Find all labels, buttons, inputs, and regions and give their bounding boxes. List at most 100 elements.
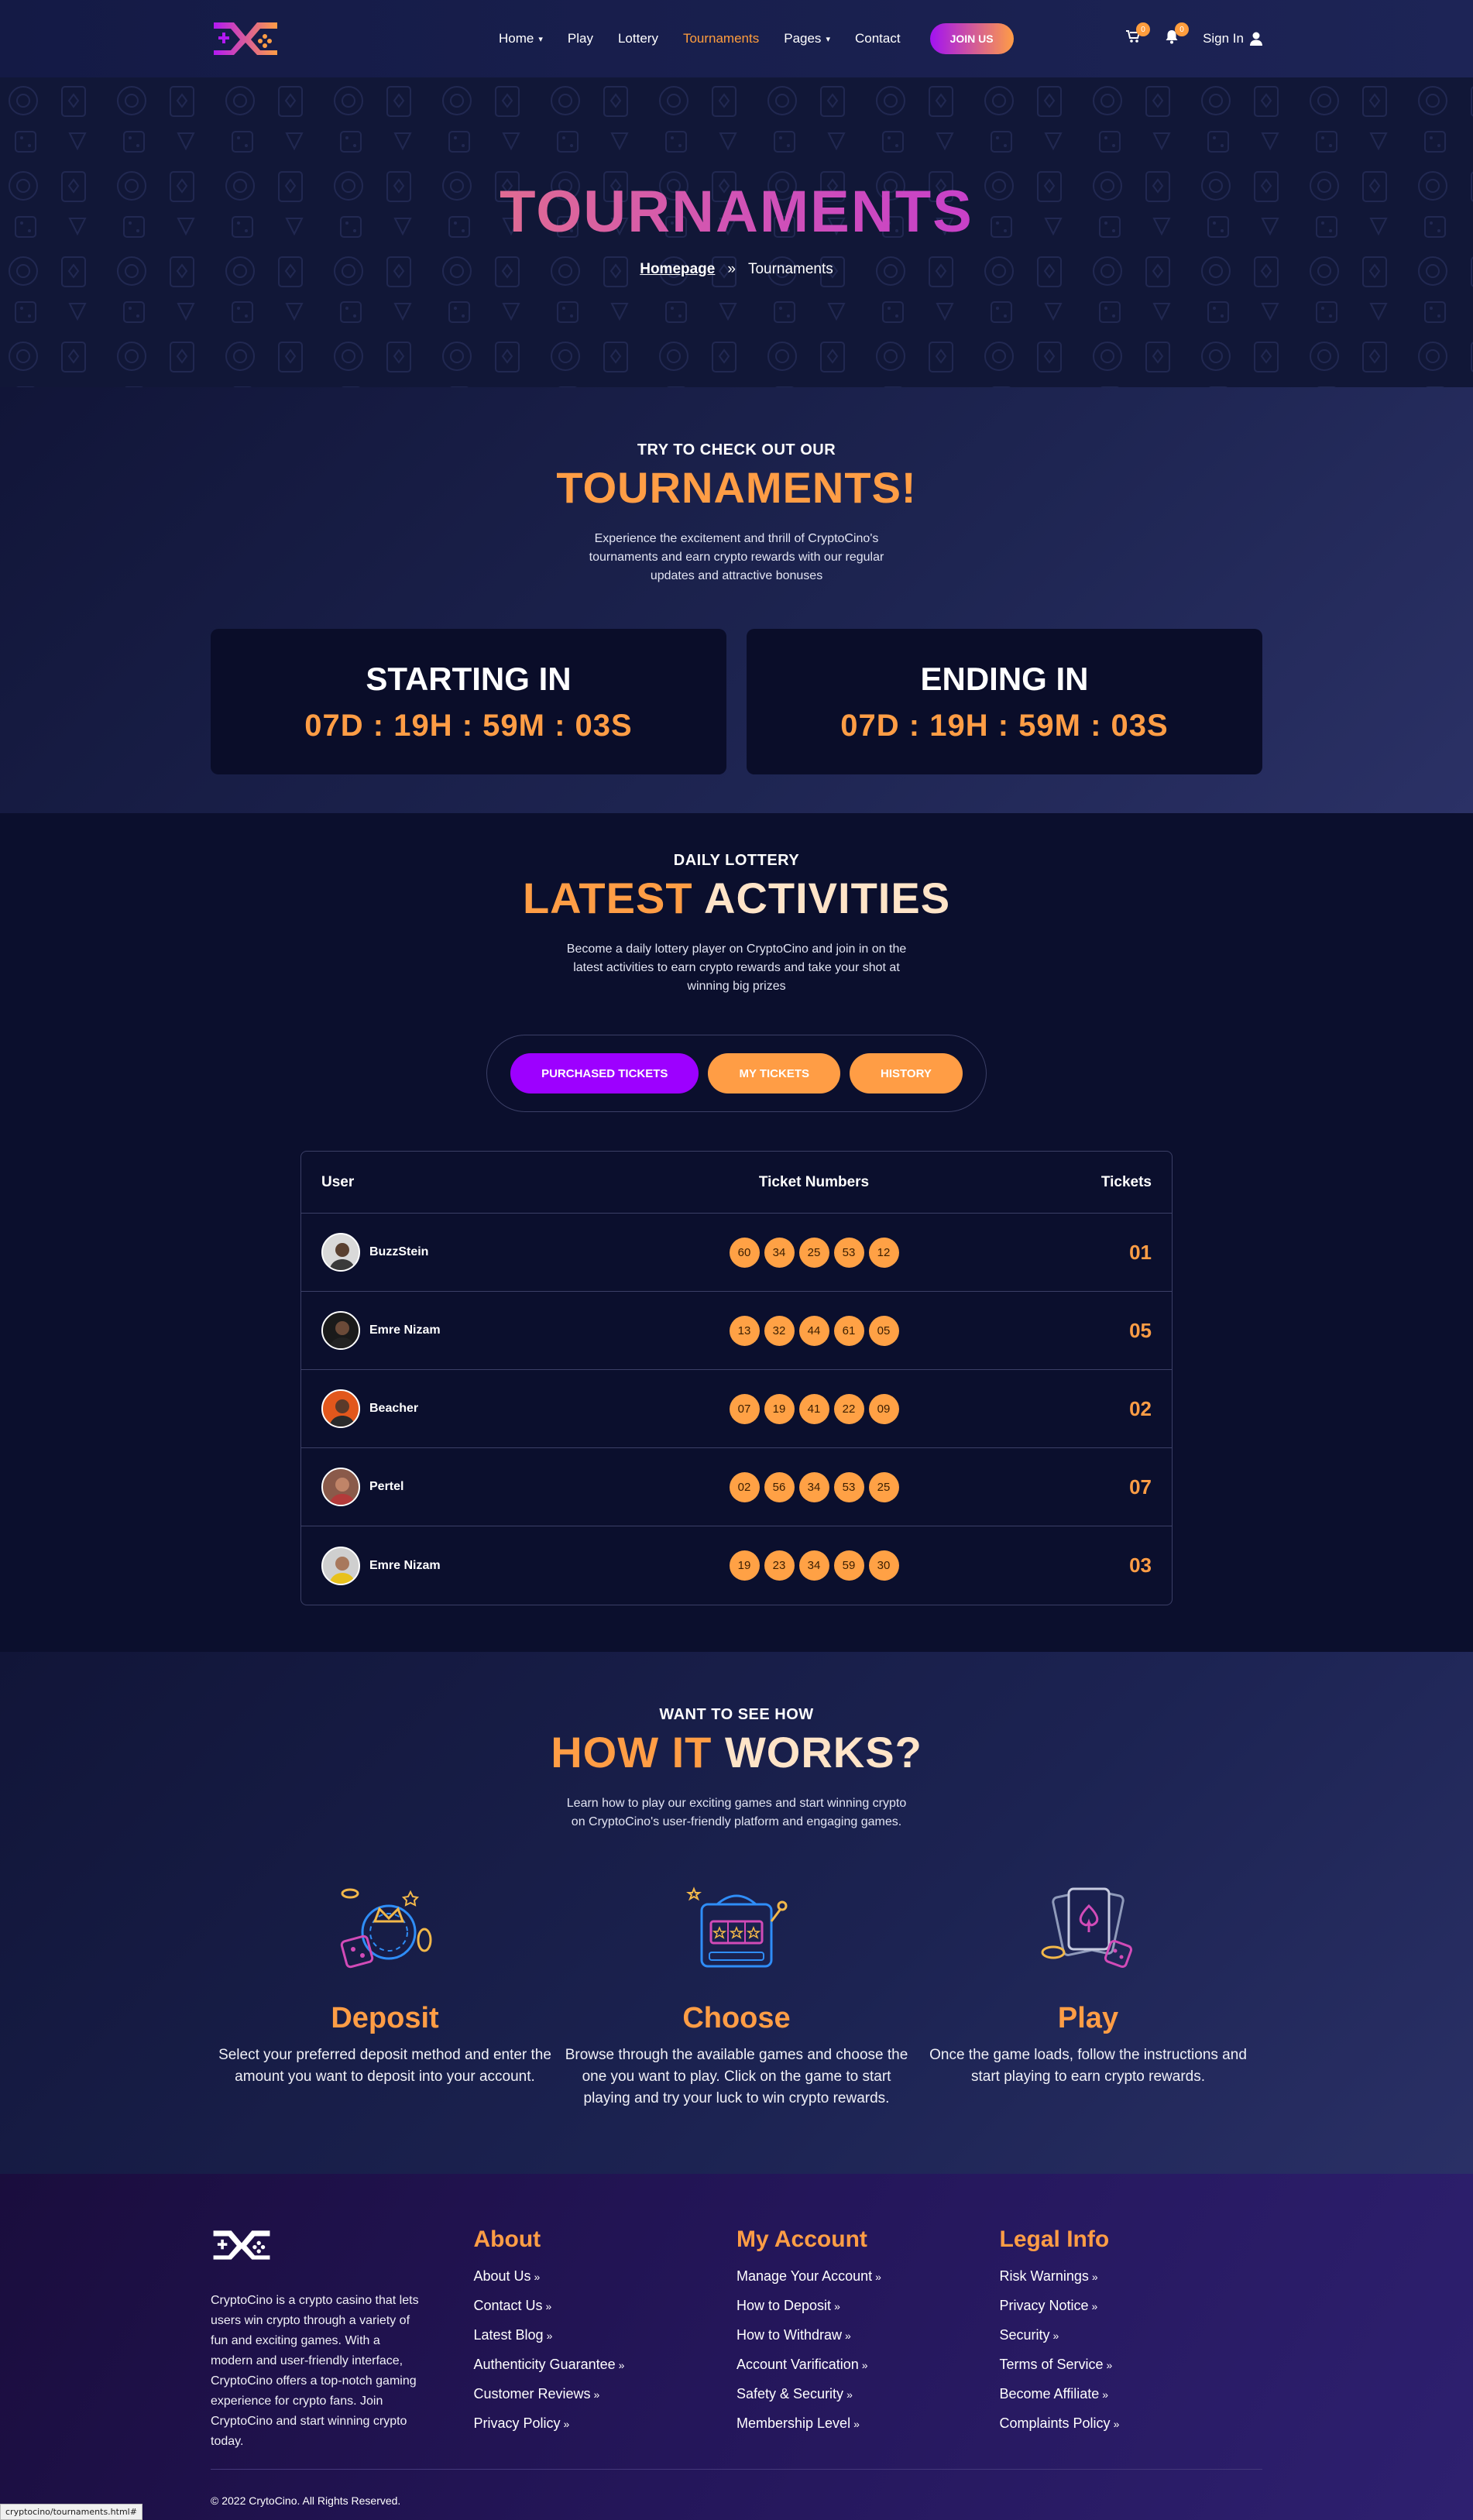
- top-navigation: Home ▾ Play Lottery Tournaments Pages ▾ Co…: [0, 0, 1473, 77]
- footer-link-membership[interactable]: Membership Level»: [736, 2409, 1000, 2439]
- footer-link-verification[interactable]: Account Varification»: [736, 2350, 1000, 2380]
- lottery-heading-part1: LATEST: [522, 874, 693, 922]
- ticket-count: 01: [1129, 1240, 1152, 1264]
- ticket-numbers: 60 34 25 53 12: [631, 1237, 997, 1268]
- footer-link-label: Privacy Notice: [999, 2298, 1089, 2313]
- site-logo[interactable]: [211, 19, 280, 58]
- tab-purchased-tickets[interactable]: PURCHASED TICKETS: [510, 1053, 699, 1093]
- table-header: User Ticket Numbers Tickets: [301, 1152, 1172, 1214]
- step-deposit: Deposit Select your preferred deposit me…: [211, 1878, 559, 2110]
- user-name: Emre Nizam: [369, 1324, 441, 1337]
- user-name: Beacher: [369, 1402, 419, 1415]
- ticket-number-ball: 09: [868, 1393, 899, 1424]
- ticket-number-ball: 53: [833, 1237, 864, 1268]
- double-chevron-right-icon: »: [546, 2329, 553, 2342]
- double-chevron-right-icon: »: [593, 2388, 600, 2401]
- footer-link-label: Account Varification: [736, 2357, 859, 2372]
- table-row: Emre Nizam 19 23 34 59 30 03: [301, 1526, 1172, 1605]
- nav-pages[interactable]: Pages ▾: [784, 31, 830, 46]
- avatar: [321, 1546, 360, 1585]
- ticket-number-ball: 19: [729, 1550, 760, 1581]
- steps-row: Deposit Select your preferred deposit me…: [211, 1878, 1262, 2110]
- footer-link-terms[interactable]: Terms of Service»: [1000, 2350, 1263, 2380]
- footer-logo[interactable]: [211, 2226, 273, 2264]
- footer-link-privacy-policy[interactable]: Privacy Policy»: [474, 2409, 737, 2439]
- ticket-number-ball: 22: [833, 1393, 864, 1424]
- copyright-text: © 2022 CrytoCino. All Rights Reserved.: [211, 2494, 401, 2507]
- avatar: [321, 1468, 360, 1506]
- tournament-countdown-section: TRY TO CHECK OUT OUR TOURNAMENTS! Experi…: [0, 387, 1473, 813]
- nav-lottery[interactable]: Lottery: [618, 31, 658, 46]
- ticket-tabs: PURCHASED TICKETS MY TICKETS HISTORY: [486, 1035, 987, 1112]
- ticket-count: 07: [1129, 1475, 1152, 1499]
- footer-link-about-us[interactable]: About Us»: [474, 2262, 737, 2292]
- nav-tournaments[interactable]: Tournaments: [683, 31, 759, 46]
- nav-pages-label: Pages: [784, 31, 822, 46]
- nav-play[interactable]: Play: [568, 31, 593, 46]
- footer-link-list: Manage Your Account» How to Deposit» How…: [736, 2262, 1000, 2439]
- step-title: Deposit: [331, 2002, 439, 2034]
- footer-link-risk-warnings[interactable]: Risk Warnings»: [1000, 2262, 1263, 2292]
- tickets-table: User Ticket Numbers Tickets BuzzStein 60…: [300, 1151, 1173, 1605]
- ticket-number-ball: 05: [868, 1315, 899, 1346]
- tournament-eyebrow: TRY TO CHECK OUT OUR: [637, 441, 836, 458]
- footer-link-contact-us[interactable]: Contact Us»: [474, 2292, 737, 2321]
- tab-history[interactable]: HISTORY: [850, 1053, 963, 1093]
- sign-in-label: Sign In: [1203, 31, 1244, 46]
- breadcrumb: Homepage » Tournaments: [0, 261, 1473, 278]
- footer-link-how-to-withdraw[interactable]: How to Withdraw»: [736, 2321, 1000, 2350]
- lottery-eyebrow: DAILY LOTTERY: [673, 852, 800, 869]
- footer-column-about: About About Us» Contact Us» Latest Blog»…: [474, 2226, 737, 2452]
- slot-machine-icon: [686, 1887, 788, 1968]
- ticket-count: 05: [1129, 1318, 1152, 1342]
- footer-link-label: How to Deposit: [736, 2298, 832, 2313]
- ticket-number-ball: 23: [764, 1550, 795, 1581]
- ticket-number-ball: 56: [764, 1471, 795, 1502]
- footer-link-list: Risk Warnings» Privacy Notice» Security»…: [1000, 2262, 1263, 2439]
- footer-columns: CryptoCino is a crypto casino that lets …: [211, 2226, 1262, 2452]
- ticket-count: 02: [1129, 1396, 1152, 1420]
- footer-link-privacy-notice[interactable]: Privacy Notice»: [1000, 2292, 1263, 2321]
- ticket-number-ball: 02: [729, 1471, 760, 1502]
- nav-contact[interactable]: Contact: [855, 31, 901, 46]
- chevron-down-icon: ▾: [826, 34, 830, 44]
- footer-link-complaints[interactable]: Complaints Policy»: [1000, 2409, 1263, 2439]
- footer-link-manage-account[interactable]: Manage Your Account»: [736, 2262, 1000, 2292]
- ticket-numbers: 02 56 34 53 25: [631, 1471, 997, 1502]
- nav-lottery-label: Lottery: [617, 31, 658, 46]
- footer-link-reviews[interactable]: Customer Reviews»: [474, 2380, 737, 2409]
- footer-link-how-to-deposit[interactable]: How to Deposit»: [736, 2292, 1000, 2321]
- how-it-works-section: WANT TO SEE HOW HOW IT WORKS? Learn how …: [0, 1652, 1473, 2174]
- join-us-button[interactable]: JOIN US: [929, 23, 1014, 54]
- nav-home[interactable]: Home ▾: [499, 31, 543, 46]
- double-chevron-right-icon: »: [545, 2300, 552, 2312]
- breadcrumb-home-link[interactable]: Homepage: [640, 261, 715, 278]
- double-chevron-right-icon: »: [1091, 2271, 1098, 2283]
- user-name: BuzzStein: [369, 1245, 429, 1258]
- step-play: Play Once the game loads, follow the ins…: [914, 1878, 1262, 2110]
- footer-link-security[interactable]: Security»: [1000, 2321, 1263, 2350]
- tab-my-tickets[interactable]: MY TICKETS: [708, 1053, 841, 1093]
- ticket-number-ball: 12: [868, 1237, 899, 1268]
- footer-about-text: CryptoCino is a crypto casino that lets …: [211, 2294, 419, 2448]
- cards-dice-icon: [1041, 1887, 1133, 1969]
- footer-link-affiliate[interactable]: Become Affiliate»: [1000, 2380, 1263, 2409]
- table-row: Emre Nizam 13 32 44 61 05 05: [301, 1292, 1172, 1370]
- sign-in-link[interactable]: Sign In: [1203, 31, 1262, 46]
- double-chevron-right-icon: »: [1091, 2300, 1098, 2312]
- footer-link-authenticity[interactable]: Authenticity Guarantee»: [474, 2350, 737, 2380]
- bell-icon[interactable]: 0: [1164, 22, 1190, 49]
- footer-link-label: Risk Warnings: [999, 2268, 1089, 2284]
- double-chevron-right-icon: »: [1106, 2359, 1113, 2371]
- footer-link-list: About Us» Contact Us» Latest Blog» Authe…: [474, 2262, 737, 2439]
- footer-link-safety[interactable]: Safety & Security»: [736, 2380, 1000, 2409]
- double-chevron-right-icon: »: [563, 2418, 570, 2430]
- cart-icon[interactable]: 0: [1125, 22, 1151, 49]
- footer-link-latest-blog[interactable]: Latest Blog»: [474, 2321, 737, 2350]
- footer-divider: [211, 2469, 1262, 2470]
- lottery-heading-part2: ACTIVITIES: [704, 874, 951, 922]
- footer-link-label: Membership Level: [736, 2415, 851, 2431]
- tournament-description: Experience the excitement and thrill of …: [589, 532, 884, 582]
- ticket-number-ball: 34: [798, 1471, 829, 1502]
- column-header-ticket-numbers: Ticket Numbers: [758, 1173, 870, 1190]
